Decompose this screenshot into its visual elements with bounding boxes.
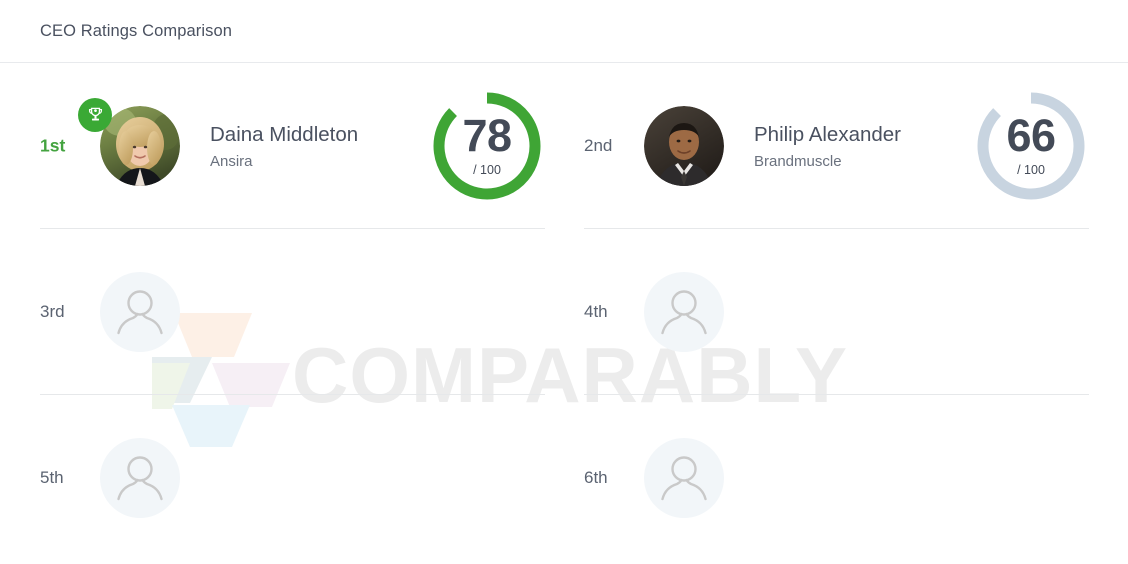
score-value-group: 66 / 100 xyxy=(972,87,1090,205)
rank-label: 3rd xyxy=(40,302,65,321)
rank-label: 6th xyxy=(584,468,608,487)
avatar[interactable] xyxy=(644,438,724,518)
trophy-icon xyxy=(78,98,112,132)
page-title: CEO Ratings Comparison xyxy=(40,22,233,40)
rank-label: 5th xyxy=(40,468,64,487)
score-gauge: 78 / 100 xyxy=(428,87,546,205)
person-placeholder-icon xyxy=(644,438,724,518)
rating-row-5th[interactable]: 5th xyxy=(40,395,548,561)
avatar[interactable] xyxy=(100,272,180,352)
avatar[interactable] xyxy=(78,98,180,186)
rating-row-6th[interactable]: 6th xyxy=(584,395,1092,561)
person-placeholder-icon xyxy=(100,438,180,518)
score-value: 66 xyxy=(1006,110,1056,162)
avatar[interactable] xyxy=(644,272,724,352)
rating-row-2nd[interactable]: 2nd Philip Alexander Brandmuscle 66 / 10… xyxy=(584,63,1092,229)
ceo-ratings-comparison-page: COMPARABLY CEO Ratings Comparison 1st Da… xyxy=(0,0,1128,564)
person-name: Daina Middleton xyxy=(210,123,359,147)
score-gauge: 66 / 100 xyxy=(972,87,1090,205)
rank-label: 4th xyxy=(584,302,608,321)
score-total: / 100 xyxy=(473,162,501,177)
right-column: 2nd Philip Alexander Brandmuscle 66 / 10… xyxy=(584,63,1092,564)
rank-label: 1st xyxy=(40,135,66,156)
person-name: Philip Alexander xyxy=(754,123,902,147)
avatar[interactable] xyxy=(644,106,724,186)
ceo-photo[interactable] xyxy=(100,106,180,186)
avatar[interactable] xyxy=(100,438,180,518)
rating-row-1st[interactable]: 1st Daina Middleton Ansira 78 / 100 xyxy=(40,63,548,229)
person-company: Ansira xyxy=(210,152,253,170)
rank-label: 2nd xyxy=(584,136,613,155)
person-info: Daina Middleton Ansira xyxy=(210,122,358,170)
score-value-group: 78 / 100 xyxy=(428,87,546,205)
rating-row-3rd[interactable]: 3rd xyxy=(40,229,548,395)
ratings-grid: 1st Daina Middleton Ansira 78 / 100 3rd … xyxy=(0,63,1128,564)
page-header: CEO Ratings Comparison xyxy=(0,0,1128,63)
score-value: 78 xyxy=(462,110,512,162)
person-placeholder-icon xyxy=(100,272,180,352)
score-total: / 100 xyxy=(1017,162,1045,177)
left-column: 1st Daina Middleton Ansira 78 / 100 3rd … xyxy=(40,63,548,564)
rating-row-4th[interactable]: 4th xyxy=(584,229,1092,395)
person-company: Brandmuscle xyxy=(754,152,842,170)
ceo-photo[interactable] xyxy=(644,106,724,186)
person-placeholder-icon xyxy=(644,272,724,352)
person-info: Philip Alexander Brandmuscle xyxy=(754,122,901,170)
